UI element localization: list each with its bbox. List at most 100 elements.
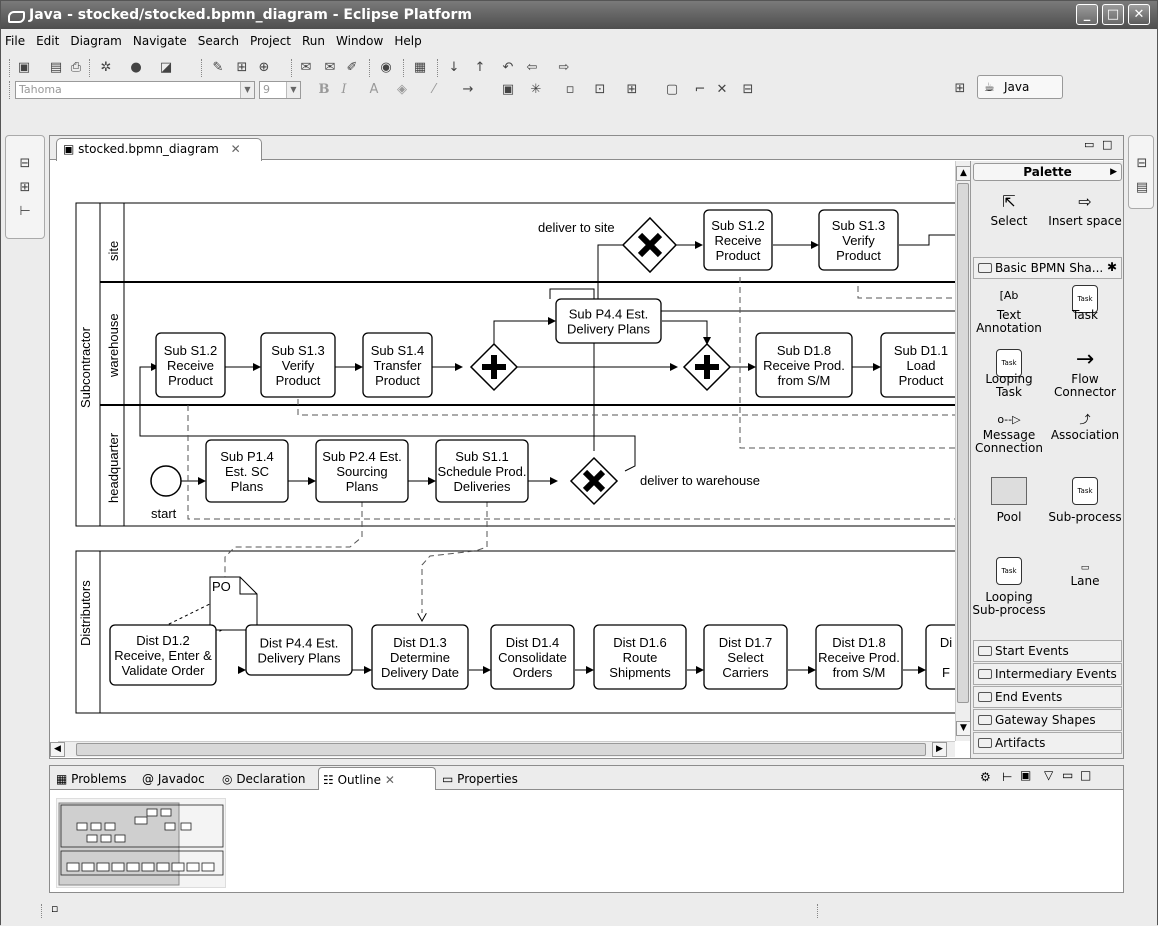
font-color-icon[interactable]: A [365, 82, 383, 98]
delete-connector-icon[interactable]: ✕ [713, 82, 731, 98]
maximize-button[interactable]: □ [1102, 4, 1124, 25]
palette-item-pool[interactable]: Pool [971, 477, 1047, 524]
pin-icon[interactable]: ✱ [1107, 260, 1117, 274]
open-type-icon[interactable]: ✉ [297, 60, 315, 76]
diagram-canvas[interactable]: Subcontractor site warehouse headquarter… [50, 161, 955, 741]
palette-item-message-connection[interactable]: o‑‑▷ Message Connection [971, 413, 1047, 455]
run-icon[interactable]: ● [127, 60, 145, 76]
overview-icon[interactable]: ▣ [1020, 768, 1031, 782]
globe-icon[interactable]: ◉ [377, 60, 395, 76]
task-w-d18[interactable]: Sub D1.8Receive Prod.from S/M [755, 332, 853, 398]
horizontal-scroll-thumb[interactable] [76, 743, 926, 756]
hierarchy-icon[interactable]: ⊢ [16, 204, 34, 220]
start-event[interactable] [150, 465, 182, 497]
tab-declaration[interactable]: ◎ Declaration [222, 770, 306, 788]
grid-icon[interactable]: ⊞ [623, 82, 641, 98]
document-icon[interactable]: ▦ [411, 60, 429, 76]
task-s-s13[interactable]: Sub S1.3VerifyProduct [818, 209, 899, 271]
arrange-icon[interactable]: ✳ [527, 82, 545, 98]
palette-item-task[interactable]: Task Task [1047, 285, 1123, 322]
task-w-s14[interactable]: Sub S1.4TransferProduct [362, 332, 433, 398]
distribute-icon[interactable]: ⊡ [591, 82, 609, 98]
debug-icon[interactable]: ✲ [97, 60, 115, 76]
task-d-d18[interactable]: Dist D1.8Receive Prod.from S/M [815, 624, 903, 690]
back-icon[interactable]: ⇦ [523, 60, 541, 76]
minimize-button[interactable]: _ [1076, 4, 1098, 25]
palette-tool-insert-space[interactable]: ⇨ Insert space [1047, 191, 1123, 228]
minimize-view-icon[interactable]: ▭ [1084, 138, 1094, 151]
close-outline-icon[interactable]: ✕ [385, 773, 395, 787]
drawer-gateway-shapes[interactable]: Gateway Shapes [973, 709, 1122, 731]
next-annotation-icon[interactable]: ↓ [445, 60, 463, 76]
menu-navigate[interactable]: Navigate [133, 34, 187, 48]
line-color-icon[interactable]: ⁄ [425, 82, 443, 98]
package-explorer-icon[interactable]: ⊞ [16, 180, 34, 196]
task-d-d12[interactable]: Dist D1.2Receive, Enter &Validate Order [109, 624, 217, 686]
new-icon[interactable]: ▣ [15, 60, 33, 76]
zoom-icon[interactable]: ▢ [663, 82, 681, 98]
print-icon[interactable]: ⎙ [67, 60, 85, 76]
scroll-right-arrow[interactable]: ▶ [932, 742, 947, 757]
fast-view-icon[interactable]: ▫ [51, 902, 58, 915]
task-w-s12[interactable]: Sub S1.2ReceiveProduct [155, 332, 226, 398]
minimize-outline-icon[interactable]: ▭ [1062, 768, 1073, 782]
maximize-view-icon[interactable]: □ [1102, 138, 1112, 151]
routing-icon[interactable]: ⌐ [691, 82, 709, 98]
drawer-basic-bpmn[interactable]: Basic BPMN Sha... ✱ [973, 257, 1122, 279]
palette-item-looping-task[interactable]: Task Looping Task [971, 349, 1047, 399]
forward-icon[interactable]: ⇨ [555, 60, 573, 76]
task-d-p44[interactable]: Dist P4.4 Est.Delivery Plans [245, 624, 353, 676]
task-d-d16[interactable]: Dist D1.6RouteShipments [593, 624, 687, 690]
select-all-icon[interactable]: ▣ [499, 82, 517, 98]
last-edit-icon[interactable]: ↶ [499, 60, 517, 76]
palette-item-looping-subprocess[interactable]: Task Looping Sub-process [971, 557, 1047, 617]
drawer-end-events[interactable]: End Events [973, 686, 1122, 708]
align-icon[interactable]: ▫ [561, 82, 579, 98]
drawer-start-events[interactable]: Start Events [973, 640, 1122, 662]
task-h-s11[interactable]: Sub S1.1Schedule Prod.Deliveries [435, 439, 529, 503]
task-w-p44[interactable]: Sub P4.4 Est.Delivery Plans [555, 298, 662, 344]
menu-run[interactable]: Run [302, 34, 325, 48]
font-size-select[interactable]: 9 ▼ [259, 81, 301, 99]
tree-icon[interactable]: ⊢ [1002, 770, 1012, 784]
task-h-p24[interactable]: Sub P2.4 Est.SourcingPlans [315, 439, 409, 503]
close-button[interactable]: ✕ [1128, 4, 1150, 25]
drawer-intermediary-events[interactable]: Intermediary Events [973, 663, 1122, 685]
palette-item-association[interactable]: ⤴ Association [1047, 413, 1123, 442]
vertical-scroll-thumb[interactable] [957, 183, 969, 703]
task-w-s13[interactable]: Sub S1.3VerifyProduct [260, 332, 336, 398]
palette-menu-arrow-icon[interactable]: ▶ [1110, 164, 1117, 180]
line-width-icon[interactable]: ⊟ [739, 82, 757, 98]
new-class-icon[interactable]: ⊕ [255, 60, 273, 76]
scroll-down-arrow[interactable]: ▼ [956, 721, 971, 736]
menu-search[interactable]: Search [198, 34, 239, 48]
line-style-icon[interactable]: → [459, 82, 477, 98]
scroll-up-arrow[interactable]: ▲ [956, 166, 971, 181]
maximize-outline-icon[interactable]: □ [1080, 768, 1091, 782]
menu-project[interactable]: Project [250, 34, 291, 48]
font-name-select[interactable]: Tahoma ▼ [15, 81, 255, 99]
new-project-icon[interactable]: ✎ [209, 60, 227, 76]
close-tab-icon[interactable]: ✕ [231, 142, 241, 156]
save-icon[interactable]: ▤ [47, 60, 65, 76]
menu-edit[interactable]: Edit [36, 34, 59, 48]
palette-tool-select[interactable]: ⇱ Select [971, 191, 1047, 228]
open-resource-icon[interactable]: ✉ [321, 60, 339, 76]
task-list-icon[interactable]: ▤ [1133, 180, 1151, 196]
menu-help[interactable]: Help [394, 34, 421, 48]
horizontal-scrollbar[interactable]: ◀ ▶ [50, 741, 955, 757]
vertical-scrollbar[interactable]: ▲ ▼ [955, 161, 971, 741]
task-d-d13[interactable]: Dist D1.3DetermineDelivery Date [371, 624, 469, 690]
task-w-d11[interactable]: Sub D1.1LoadProduct [880, 332, 955, 398]
task-d-d19[interactable]: Di F [925, 624, 955, 690]
task-d-d14[interactable]: Dist D1.4ConsolidateOrders [490, 624, 575, 690]
java-perspective-button[interactable]: ☕ Java [977, 75, 1063, 99]
tab-properties[interactable]: ▭ Properties [442, 770, 518, 788]
task-d-d17[interactable]: Dist D1.7SelectCarriers [703, 624, 788, 690]
open-perspective-icon[interactable]: ⊞ [951, 81, 969, 97]
restore-icon[interactable]: ⊟ [16, 156, 34, 172]
restore-right-icon[interactable]: ⊟ [1133, 156, 1151, 172]
editor-tab-stocked[interactable]: ▣ stocked.bpmn_diagram ✕ [56, 138, 262, 161]
palette-item-subprocess[interactable]: Task Sub-process [1047, 477, 1123, 524]
palette-title[interactable]: Palette ▶ [973, 163, 1122, 181]
